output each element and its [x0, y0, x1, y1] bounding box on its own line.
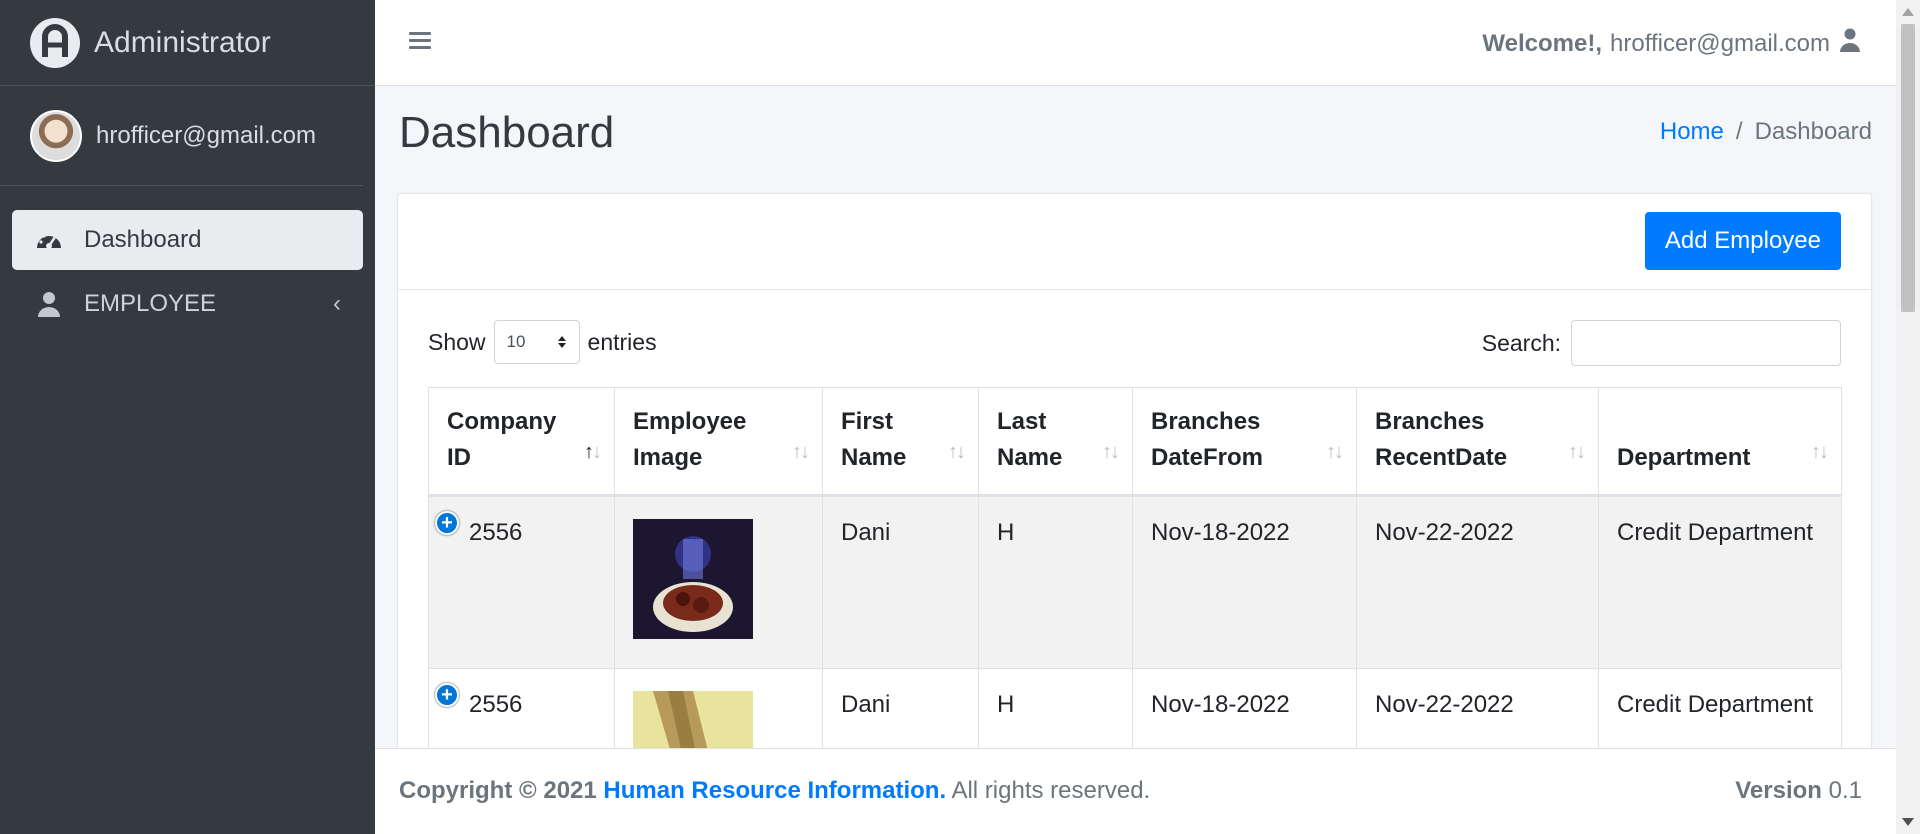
copyright-prefix: Copyright © 2021 — [399, 777, 597, 804]
entries-label: entries — [587, 328, 657, 355]
expand-row-plus-icon[interactable]: + — [435, 511, 459, 535]
sort-updown-icon — [557, 336, 566, 348]
show-label: Show — [428, 328, 486, 355]
sort-icon: ↑↓ — [1102, 441, 1120, 463]
add-employee-button[interactable]: Add Employee — [1644, 212, 1841, 270]
table-controls: Show 10 entries Search: — [428, 320, 1841, 366]
page-scrollbar[interactable] — [1896, 0, 1920, 834]
employee-card: Add Employee Show 10 entries Search: Com… — [397, 193, 1872, 753]
cell-department: Credit Department — [1598, 495, 1842, 669]
cell-employee-image — [614, 668, 823, 753]
footer: Copyright © 2021 Human Resource Informat… — [375, 748, 1896, 834]
employee-table: Company ID ↑↓ Employee Image ↑↓ First Name ↑↓ … — [428, 387, 1842, 753]
column-header-first-name[interactable]: First Name ↑↓ — [822, 387, 979, 496]
cell-last-name: H — [978, 495, 1133, 669]
user-panel[interactable]: hrofficer@gmail.com — [0, 86, 363, 186]
search-input[interactable] — [1571, 320, 1841, 366]
page-title: Dashboard — [399, 108, 615, 157]
ar-logo-icon — [30, 17, 80, 68]
entries-select[interactable]: 10 — [493, 320, 580, 364]
cell-first-name: Dani — [822, 495, 979, 669]
column-header-last-name[interactable]: Last Name ↑↓ — [978, 387, 1133, 496]
sort-icon: ↑↓ — [1568, 441, 1586, 463]
employee-photo[interactable] — [633, 691, 753, 753]
table-header-row: Company ID ↑↓ Employee Image ↑↓ First Name ↑↓ … — [428, 387, 1842, 496]
user-icon — [34, 289, 64, 319]
employee-photo[interactable] — [633, 519, 753, 639]
scroll-down-arrow-icon[interactable] — [1902, 818, 1914, 826]
chevron-left-icon: ‹ — [333, 290, 341, 317]
cell-recent-date: Nov-22-2022 — [1356, 668, 1599, 752]
avatar — [30, 109, 82, 162]
hamburger-menu-icon[interactable] — [409, 28, 439, 58]
entries-value: 10 — [506, 332, 526, 351]
sidebar-item-employee[interactable]: EMPLOYEE ‹ — [12, 274, 363, 334]
version: Version 0.1 — [1735, 777, 1862, 805]
header-email: hrofficer@gmail.com — [1610, 29, 1830, 57]
version-value: 0.1 — [1828, 777, 1862, 804]
breadcrumb: Home / Dashboard — [1660, 118, 1872, 146]
sidebar-nav: Dashboard EMPLOYEE ‹ — [0, 186, 375, 334]
tachometer-icon — [34, 225, 64, 255]
cell-recent-date: Nov-22-2022 — [1356, 495, 1599, 669]
column-header-branches-recentdate[interactable]: Branches RecentDate ↑↓ — [1356, 387, 1599, 496]
sidebar-item-label: EMPLOYEE — [84, 290, 217, 317]
brand-title: Administrator — [94, 25, 271, 59]
scrollbar-thumb[interactable] — [1901, 24, 1915, 312]
cell-first-name: Dani — [822, 668, 979, 752]
column-header-branches-datefrom[interactable]: Branches DateFrom ↑↓ — [1132, 387, 1357, 496]
cell-company-id: +2556 — [428, 668, 615, 752]
user-icon — [1840, 28, 1860, 59]
rights-text: All rights reserved. — [951, 777, 1151, 804]
welcome-text: Welcome!, — [1482, 29, 1603, 57]
breadcrumb-separator: / — [1735, 118, 1743, 145]
search-label: Search: — [1481, 329, 1561, 356]
cell-last-name: H — [978, 668, 1133, 752]
cell-employee-image — [614, 495, 823, 669]
column-header-employee-image[interactable]: Employee Image ↑↓ — [614, 387, 823, 496]
expand-row-plus-icon[interactable]: + — [435, 683, 459, 707]
cell-company-id: +2556 — [428, 495, 615, 669]
scroll-up-arrow-icon[interactable] — [1902, 8, 1914, 16]
cell-date-from: Nov-18-2022 — [1132, 668, 1357, 752]
column-header-company-id[interactable]: Company ID ↑↓ — [428, 387, 615, 496]
table-search: Search: — [1482, 320, 1841, 366]
cell-department: Credit Department — [1598, 668, 1842, 752]
copyright: Copyright © 2021 Human Resource Informat… — [399, 777, 1150, 805]
cell-date-from: Nov-18-2022 — [1132, 495, 1357, 669]
sort-icon: ↑↓ — [792, 441, 810, 463]
table-row: +2556 Dani H Nov-18-2022 Nov-22-2022 Cre… — [428, 668, 1842, 753]
sidebar: Administrator hrofficer@gmail.com Dashbo… — [0, 0, 375, 834]
sort-asc-icon: ↑↓ — [584, 441, 602, 463]
sidebar-item-dashboard[interactable]: Dashboard — [12, 210, 363, 270]
employee-table-wrapper: Company ID ↑↓ Employee Image ↑↓ First Name ↑↓ … — [428, 387, 1842, 753]
breadcrumb-home-link[interactable]: Home — [1660, 118, 1724, 146]
breadcrumb-current: Dashboard — [1754, 118, 1872, 145]
card-header: Add Employee — [398, 194, 1871, 290]
sort-icon: ↑↓ — [1811, 441, 1829, 463]
entries-length-control: Show 10 entries — [428, 320, 657, 364]
version-label: Version — [1735, 777, 1822, 804]
top-navbar: Welcome!, hrofficer@gmail.com — [375, 0, 1896, 86]
user-email[interactable]: hrofficer@gmail.com — [96, 122, 316, 150]
user-menu[interactable]: Welcome!, hrofficer@gmail.com — [1482, 28, 1860, 59]
sort-icon: ↑↓ — [948, 441, 966, 463]
sort-icon: ↑↓ — [1326, 441, 1344, 463]
sidebar-item-label: Dashboard — [84, 226, 202, 253]
table-row: +2556 Dani H Nov-18-2022 Nov-22-2022 Cre… — [428, 495, 1842, 669]
org-link[interactable]: Human Resource Information. — [603, 777, 946, 804]
column-header-department[interactable]: Department ↑↓ — [1598, 387, 1842, 496]
brand-link[interactable]: Administrator — [0, 0, 375, 86]
